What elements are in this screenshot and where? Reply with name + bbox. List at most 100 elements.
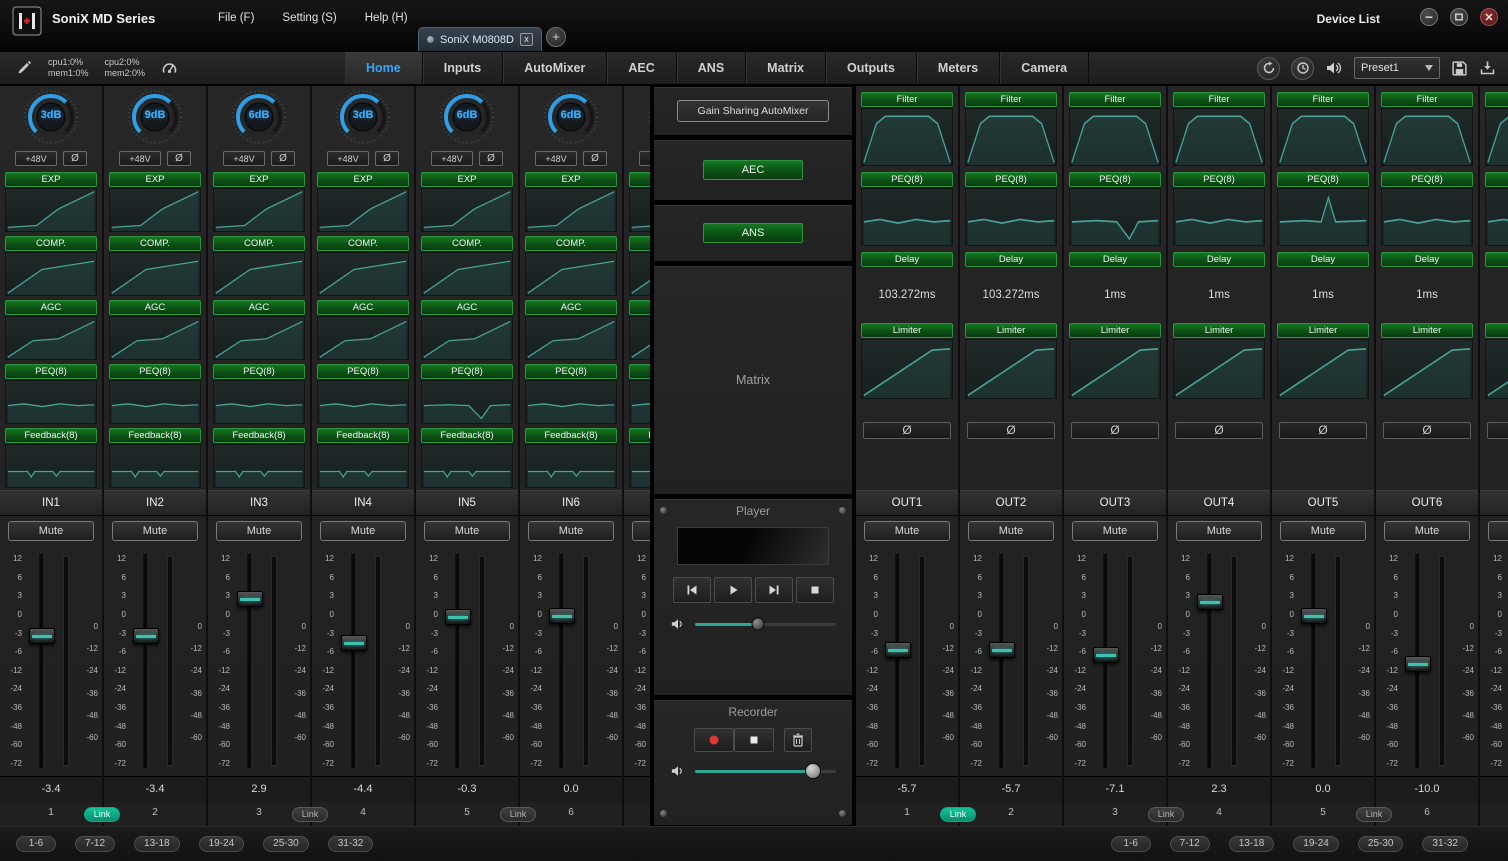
feedback-button[interactable]: Feedback(8) [629,428,650,443]
delay-button[interactable]: Delay [1277,252,1369,267]
fader-handle[interactable] [133,628,159,644]
page-range-button[interactable]: 25-30 [263,836,309,852]
peq-curve-graph[interactable] [317,380,409,424]
agc-button[interactable]: AGC [213,300,305,315]
agc-curve-graph[interactable] [213,316,305,360]
page-range-button[interactable]: 13-18 [1229,836,1275,852]
input-gain-knob[interactable]: 6dB [520,88,622,150]
expander-button[interactable]: EXP [421,172,513,187]
mute-button[interactable]: Mute [1280,521,1366,541]
expander-button[interactable]: EXP [629,172,650,187]
phase-invert-button[interactable]: Ø [863,422,951,439]
download-icon[interactable] [1479,60,1496,76]
recorder-volume-slider[interactable] [695,770,836,773]
delay-button[interactable]: Delay [1381,252,1473,267]
compressor-button[interactable]: COMP. [421,236,513,251]
fader-handle[interactable] [989,642,1015,658]
filter-curve-graph[interactable] [1069,108,1161,166]
fader-handle[interactable] [1093,647,1119,663]
input-gain-knob[interactable] [624,88,650,150]
agc-curve-graph[interactable] [525,316,617,360]
matrix-panel[interactable]: Matrix [653,265,853,495]
feedback-curve-graph[interactable] [109,444,201,488]
feedback-button[interactable]: Feedback(8) [213,428,305,443]
mute-button[interactable]: Mute [1488,521,1508,541]
limiter-curve-graph[interactable] [1485,339,1508,399]
record-stop-button[interactable] [734,728,774,752]
mute-button[interactable]: Mute [8,521,94,541]
delay-button[interactable]: Delay [1173,252,1265,267]
channel-fader[interactable] [544,554,580,768]
filter-curve-graph[interactable] [965,108,1057,166]
fader-handle[interactable] [1405,656,1431,672]
limiter-button[interactable]: Limiter [1381,323,1473,338]
expander-button[interactable]: EXP [525,172,617,187]
speaker-icon[interactable] [1325,60,1343,76]
filter-button[interactable]: Filter [1173,92,1265,107]
mute-button[interactable]: Mute [424,521,510,541]
page-range-button[interactable]: 19-24 [1293,836,1339,852]
play-button[interactable] [714,577,752,603]
input-gain-knob[interactable]: 3dB [312,88,414,150]
filter-button[interactable]: Filter [1381,92,1473,107]
feedback-curve-graph[interactable] [317,444,409,488]
agc-curve-graph[interactable] [317,316,409,360]
feedback-curve-graph[interactable] [5,444,97,488]
limiter-button[interactable]: Limiter [965,323,1057,338]
link-button[interactable]: Link [1148,807,1184,822]
limiter-button[interactable]: Limiter [1485,323,1508,338]
phantom-48v-button[interactable]: +48V [327,151,369,166]
agc-curve-graph[interactable] [109,316,201,360]
delay-button[interactable]: Delay [861,252,953,267]
delay-button[interactable]: Delay [1485,252,1508,267]
peq-button[interactable]: PEQ(8) [525,364,617,379]
expander-curve-graph[interactable] [629,188,650,232]
input-gain-knob[interactable]: 9dB [104,88,206,150]
gain-sharing-automixer-button[interactable]: Gain Sharing AutoMixer [677,100,829,122]
phase-invert-button[interactable]: Ø [1383,422,1471,439]
maximize-button[interactable] [1450,8,1468,26]
skip-forward-button[interactable] [755,577,793,603]
phantom-48v-button[interactable]: +48V [119,151,161,166]
link-button[interactable]: Link [292,807,328,822]
filter-curve-graph[interactable] [1277,108,1369,166]
channel-fader[interactable] [336,554,372,768]
peq-curve-graph[interactable] [525,380,617,424]
agc-curve-graph[interactable] [629,316,650,360]
peq-curve-graph[interactable] [965,188,1057,246]
peq-button[interactable]: PEQ(8) [109,364,201,379]
feedback-curve-graph[interactable] [421,444,513,488]
channel-fader[interactable] [984,554,1020,768]
limiter-curve-graph[interactable] [861,339,953,399]
player-volume-slider[interactable] [695,623,836,626]
phase-invert-button[interactable]: Ø [967,422,1055,439]
peq-curve-graph[interactable] [1277,188,1369,246]
nav-tab[interactable]: Meters [917,52,1000,84]
preset-select[interactable]: Preset1 [1354,57,1440,79]
expander-curve-graph[interactable] [421,188,513,232]
add-device-tab-button[interactable]: + [546,27,566,47]
fader-handle[interactable] [445,609,471,625]
peq-curve-graph[interactable] [109,380,201,424]
mute-button[interactable]: Mute [1072,521,1158,541]
channel-fader[interactable] [1400,554,1436,768]
page-range-button[interactable]: 7-12 [1170,836,1210,852]
device-tab[interactable]: SoniX M0808D x [418,27,542,51]
agc-button[interactable]: AGC [5,300,97,315]
peq-button[interactable]: PEQ(8) [213,364,305,379]
menu-item[interactable]: File (F) [218,12,254,24]
recorder-volume-handle[interactable] [805,763,821,779]
filter-curve-graph[interactable] [1173,108,1265,166]
input-gain-knob[interactable]: 6dB [208,88,310,150]
delay-button[interactable]: Delay [965,252,1057,267]
phantom-48v-button[interactable]: +48V [223,151,265,166]
agc-button[interactable]: AGC [629,300,650,315]
page-range-button[interactable]: 13-18 [134,836,180,852]
limiter-button[interactable]: Limiter [1173,323,1265,338]
delay-button[interactable]: Delay [1069,252,1161,267]
phase-invert-button[interactable]: Ø [375,151,399,166]
channel-fader[interactable] [1192,554,1228,768]
nav-tab[interactable]: Camera [1000,52,1089,84]
limiter-button[interactable]: Limiter [1069,323,1161,338]
peq-button[interactable]: PEQ(8) [1277,172,1369,187]
